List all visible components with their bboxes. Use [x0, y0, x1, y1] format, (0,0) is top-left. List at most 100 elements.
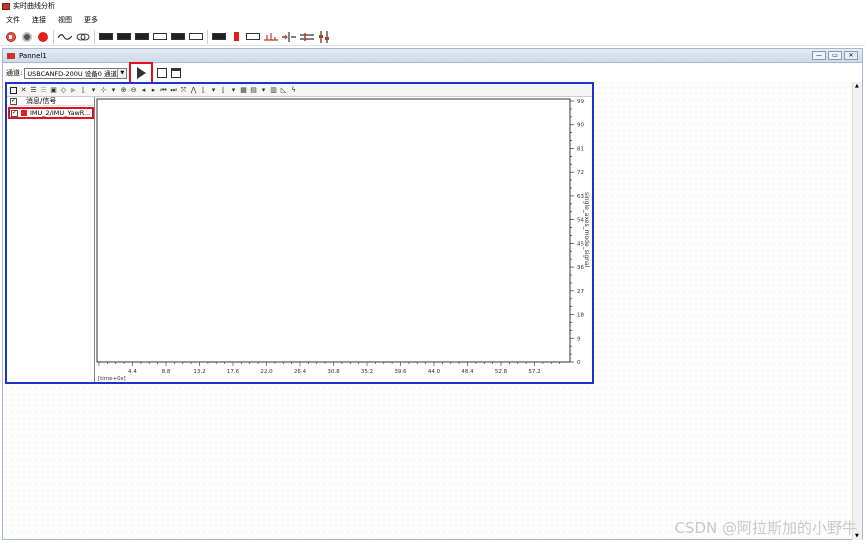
x-tick-label: 30.8	[327, 369, 340, 375]
zoom-out-icon[interactable]: ⊖	[130, 85, 137, 95]
watermark: CSDN @阿拉斯加的小野牛	[674, 519, 857, 537]
tx-icon[interactable]	[300, 30, 314, 44]
fit-icon[interactable]: ⤧	[180, 85, 187, 95]
titlebar: 实时曲线分析	[0, 0, 865, 12]
minimize-icon[interactable]: —	[812, 51, 826, 60]
axis-dropdown-icon[interactable]: ▾	[90, 85, 97, 95]
rewind-icon[interactable]	[5, 30, 17, 44]
x-tick-label: 8.8	[162, 369, 171, 375]
first-icon[interactable]: ⏮	[160, 85, 167, 95]
y-tick-label: 0	[577, 360, 581, 366]
cursor-dropdown-icon[interactable]: ▾	[110, 85, 117, 95]
window-title: 实时曲线分析	[13, 2, 55, 10]
link-icon[interactable]	[76, 30, 90, 44]
box-icon[interactable]	[212, 30, 226, 44]
x-tick-label: 35.2	[361, 369, 373, 375]
plot-area[interactable]: 99 90 81 72 63 54 45 36 27 18 9 0 single_axes_mode_s…	[96, 97, 592, 382]
list-item[interactable]: IMU_2/IMU_YawR...	[8, 107, 94, 119]
plot-frame	[96, 98, 571, 363]
x-tick-label: 52.8	[495, 369, 508, 375]
export-icon[interactable]: ▦	[240, 85, 247, 95]
pannel-window: Pannel1 — ▭ ✕ 通道: USBCANFD-200U 设备0 通道0 …	[2, 48, 863, 540]
scale-icon[interactable]: ⌊	[200, 85, 207, 95]
y-axis-label: single_axes_mode_signal	[583, 192, 590, 268]
stop-record-icon[interactable]	[37, 30, 49, 44]
y-tick-label: 81	[577, 146, 584, 152]
channel-row: 通道: USBCANFD-200U 设备0 通道0 ▼	[3, 62, 862, 84]
select-all-checkbox[interactable]	[10, 97, 17, 105]
scale-dropdown-icon[interactable]: ▾	[210, 85, 217, 95]
list-disabled-icon[interactable]: ☰	[40, 85, 47, 95]
eraser-icon[interactable]: ◇	[60, 85, 67, 95]
area-icon[interactable]: ◺	[280, 85, 287, 95]
x-tick-label: 48.4	[461, 369, 474, 375]
vertical-scrollbar[interactable]: ▲ ▼	[852, 82, 862, 540]
save-icon[interactable]: ▣	[50, 85, 57, 95]
y-tick-label: 18	[577, 313, 584, 319]
axis-icon[interactable]: ⌊	[80, 85, 87, 95]
lightning-icon[interactable]: ϟ	[290, 85, 297, 95]
chart-svg: 9990817263544536271890single_axes_mode_s…	[96, 98, 590, 382]
channel-select[interactable]: USBCANFD-200U 设备0 通道0 ▼	[24, 67, 128, 79]
prev-icon[interactable]: ◂	[140, 85, 147, 95]
remove-icon[interactable]: ✕	[20, 85, 27, 95]
next-icon[interactable]: ▸	[150, 85, 157, 95]
select-icon[interactable]	[10, 86, 17, 94]
play-icon	[136, 67, 146, 79]
layout-icon[interactable]: ⌊	[220, 85, 227, 95]
bus-icon[interactable]	[153, 30, 167, 44]
can-filled-icon[interactable]	[171, 30, 185, 44]
red-box-icon[interactable]	[230, 30, 242, 44]
cursor-icon[interactable]: ⊹	[100, 85, 107, 95]
record-icon[interactable]	[21, 30, 33, 44]
chevron-down-icon: ▼	[117, 68, 127, 78]
x-tick-label: 26.4	[294, 369, 307, 375]
peak-icon[interactable]: ⋀	[190, 85, 197, 95]
rx-icon[interactable]	[318, 30, 330, 44]
can-box-icon[interactable]	[99, 30, 113, 44]
signal-list-header: 消息/信号	[7, 97, 94, 106]
last-icon[interactable]: ⏭	[170, 85, 177, 95]
start-button[interactable]	[129, 62, 154, 84]
signal-icon[interactable]	[264, 30, 278, 44]
list-icon[interactable]: ☰	[30, 85, 37, 95]
capture-icon[interactable]	[157, 68, 168, 78]
frame-icon[interactable]	[246, 30, 260, 44]
x-tick-label: 22.0	[260, 369, 273, 375]
curve-toolbar: ✕ ☰ ☰ ▣ ◇ ▶ ⌊ ▾ ⊹ ▾ ⊕ ⊖ ◂ ▸ ⏮ ⏭ ⤧ ⋀ ⌊ ▾ …	[7, 84, 592, 97]
trash-icon[interactable]	[171, 68, 182, 78]
y-tick-label: 9	[577, 336, 581, 342]
signal-label: IMU_2/IMU_YawR...	[30, 109, 91, 117]
panel-title: Pannel1	[19, 51, 47, 60]
y-tick-label: 27	[577, 289, 584, 295]
signal-list-title: 消息/信号	[26, 97, 57, 105]
panel-titlebar: Pannel1 — ▭ ✕	[3, 49, 862, 63]
y-tick-label: 90	[577, 123, 584, 129]
main-toolbar	[0, 28, 865, 46]
menu-more[interactable]: 更多	[84, 15, 98, 25]
close-icon[interactable]: ✕	[844, 51, 858, 60]
scroll-up-icon[interactable]: ▲	[855, 83, 859, 89]
signal-color-swatch	[21, 110, 27, 116]
grid-icon[interactable]: ▤	[250, 85, 257, 95]
can-outline-icon[interactable]	[189, 30, 203, 44]
menu-connect[interactable]: 连接	[32, 15, 46, 25]
signal-checkbox[interactable]	[11, 109, 18, 117]
can-box3-icon[interactable]	[135, 30, 149, 44]
can-box2-icon[interactable]	[117, 30, 131, 44]
x-tick-label: 39.6	[394, 369, 407, 375]
panel-icon	[7, 52, 15, 59]
zoom-in-icon[interactable]: ⊕	[120, 85, 127, 95]
y-tick-label: 72	[577, 170, 584, 176]
menu-view[interactable]: 视图	[58, 15, 72, 25]
grid-dropdown-icon[interactable]: ▾	[260, 85, 267, 95]
divider-icon[interactable]	[282, 30, 296, 44]
run-icon[interactable]: ▶	[70, 85, 77, 95]
chart-icon[interactable]: ▥	[270, 85, 277, 95]
restore-icon[interactable]: ▭	[828, 51, 842, 60]
y-tick-label: 99	[577, 99, 584, 105]
menu-file[interactable]: 文件	[6, 15, 20, 25]
layout-dropdown-icon[interactable]: ▾	[230, 85, 237, 95]
menubar: 文件 连接 视图 更多	[0, 13, 865, 27]
waveform-icon[interactable]	[58, 30, 72, 44]
